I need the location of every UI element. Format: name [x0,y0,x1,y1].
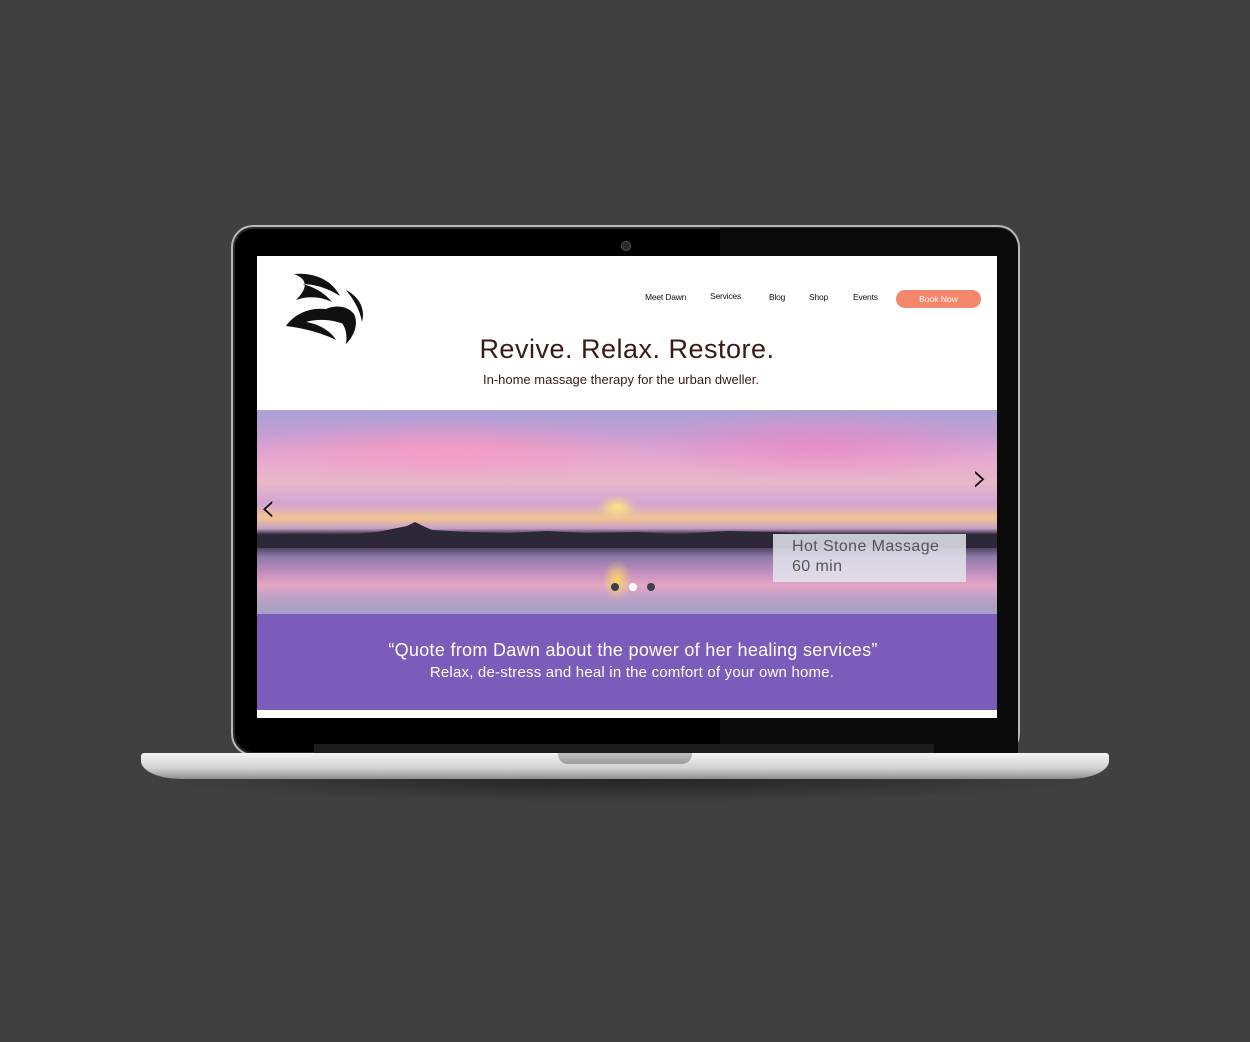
quote-section: “Quote from Dawn about the power of her … [257,614,997,710]
page-title: Revive. Relax. Restore. [479,334,775,364]
nav-item-events[interactable]: Events [853,292,878,302]
laptop-notch [558,753,692,764]
nav-item-shop[interactable]: Shop [809,292,828,302]
slide-dot-2[interactable] [629,583,637,591]
slide-dot-1[interactable] [611,583,619,591]
hero-slider: ‹ › Hot Stone Massage 60 min [257,410,997,614]
laptop-shadow [150,779,1100,803]
hero-cloud [637,410,997,480]
nav-item-blog[interactable]: Blog [769,292,785,302]
hero-cloud [257,420,657,480]
laptop-hinge [314,744,934,753]
slide-dot-3[interactable] [647,583,655,591]
hero-sun-reflection [602,560,632,600]
nav-item-meet-dawn[interactable]: Meet Dawn [645,292,686,302]
book-now-button[interactable]: Book Now [896,290,981,308]
main-nav: Meet Dawn Services Blog Shop Events [257,291,997,308]
page-subtitle: In-home massage therapy for the urban dw… [482,372,760,387]
slide-indicators [611,583,659,592]
page-footer-edge [257,710,997,718]
quote-text: “Quote from Dawn about the power of her … [388,640,878,660]
camera-icon [621,241,631,251]
nav-item-services[interactable]: Services [710,291,741,301]
hero-sun [597,495,637,519]
caption-duration: 60 min [792,558,843,575]
quote-subtext: Relax, de-stress and heal in the comfort… [429,664,835,681]
prev-slide-button[interactable]: ‹ [260,488,276,528]
next-slide-button[interactable]: › [972,458,988,498]
website-screen: Meet Dawn Services Blog Shop Events Book… [257,256,997,718]
slide-caption[interactable]: Hot Stone Massage 60 min [773,534,966,582]
caption-title: Hot Stone Massage [792,538,940,555]
